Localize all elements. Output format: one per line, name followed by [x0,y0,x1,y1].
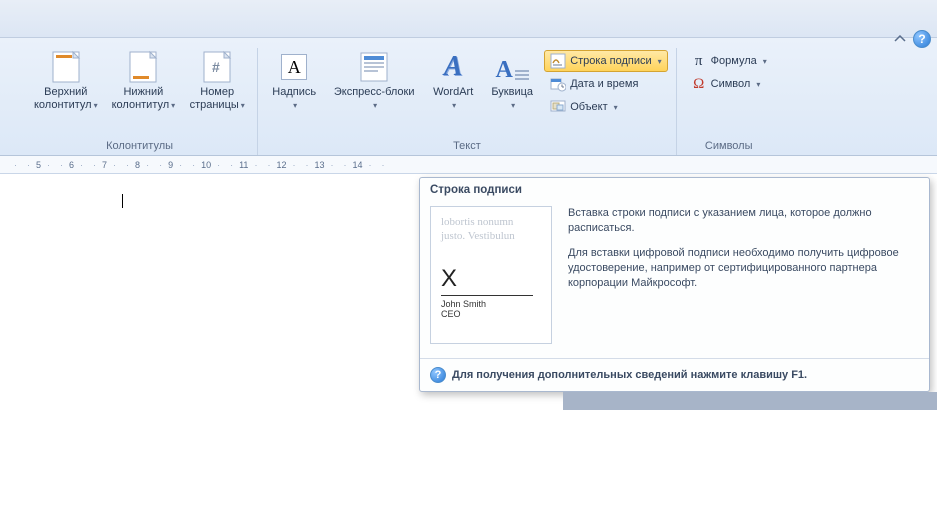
chevron-down-icon: ▾ [756,80,760,89]
textbox-icon: A [277,50,311,84]
footer-icon [126,50,160,84]
textbox-button[interactable]: A Надпись ▾ [264,48,324,114]
chevron-down-icon: ▾ [373,99,377,112]
help-icon: ? [430,367,446,383]
express-label: Экспресс-блоки [334,86,415,99]
preview-lorem-1: lobortis nonumn [441,215,541,229]
chevron-down-icon: ▾ [763,57,767,66]
signature-line-tooltip: Строка подписи lobortis nonumn justo. Ve… [419,177,930,392]
tooltip-para-2: Для вставки цифровой подписи необходимо … [568,246,919,291]
date-time-button[interactable]: Дата и время [544,73,667,95]
group-headers-footers: Верхний колонтитул▾ Нижний колонтитул▾ [0,48,258,155]
pagenum-label-1: Номер [200,86,234,99]
signature-line-label: Строка подписи [570,55,651,67]
date-time-label: Дата и время [570,78,638,90]
preview-x: X [441,265,541,293]
symbol-label: Символ [711,78,751,90]
omega-icon: Ω [691,76,707,93]
dropcap-label: Буквица [491,86,533,99]
page-number-button[interactable]: # Номер страницы▾ [183,48,251,114]
page-number-icon: # [200,50,234,84]
preview-sig-role: CEO [441,309,541,319]
chevron-down-icon: ▾ [658,57,662,66]
header-button[interactable]: Верхний колонтитул▾ [28,48,104,114]
ruler-marks: ··5 ··6 ··7 ··8 ··9 ··10 ··11 ··12 ··13 … [10,160,388,170]
text-cursor [122,194,123,208]
tooltip-footer-text: Для получения дополнительных сведений на… [452,369,807,381]
formula-button[interactable]: π Формула ▾ [685,50,773,72]
help-icon[interactable]: ? [913,30,931,48]
formula-label: Формула [711,55,757,67]
group-label-text: Текст [453,138,481,155]
express-blocks-button[interactable]: Экспресс-блоки ▾ [326,48,422,114]
chevron-down-icon: ▾ [241,101,245,110]
preview-lorem-2: justo. Vestibulun [441,229,541,243]
group-text: A Надпись ▾ Экс [258,48,676,155]
chevron-down-icon: ▾ [614,103,618,112]
header-label-2: колонтитул [34,99,92,111]
scrollbar-track[interactable] [563,392,937,410]
group-label-headers: Колонтитулы [106,138,173,155]
wordart-label: WordArt [433,86,473,99]
express-blocks-icon [357,50,391,84]
ribbon-collapse-icon[interactable] [893,32,907,46]
object-label: Объект [570,101,607,113]
tooltip-title: Строка подписи [420,178,929,200]
wordart-button[interactable]: A WordArt ▾ [424,48,482,114]
chevron-down-icon: ▾ [511,99,515,112]
group-label-symbols: Символы [705,138,753,155]
window-titlebar: ? [0,0,937,38]
group-symbols: π Формула ▾ Ω Символ ▾ Символы [677,48,781,155]
tooltip-preview: lobortis nonumn justo. Vestibulun X John… [430,206,552,344]
dropcap-button[interactable]: A Буквица ▾ [484,48,540,114]
object-button[interactable]: Объект ▾ [544,96,667,118]
chevron-down-icon: ▾ [452,99,456,112]
pagenum-label-2: страницы [190,99,239,111]
chevron-down-icon: ▾ [293,99,297,112]
symbol-button[interactable]: Ω Символ ▾ [685,73,773,95]
header-icon [49,50,83,84]
text-small-stack: Строка подписи ▾ Дата и время Объект ▾ [542,48,669,120]
chevron-down-icon: ▾ [94,101,98,110]
footer-button[interactable]: Нижний колонтитул▾ [106,48,182,114]
signature-line-icon [550,53,566,69]
preview-sig-line [441,295,533,296]
footer-label-2: колонтитул [112,99,170,111]
date-time-icon [550,76,566,92]
tooltip-para-1: Вставка строки подписи с указанием лица,… [568,206,919,236]
preview-sig-name: John Smith [441,299,541,309]
footer-label-1: Нижний [123,86,163,99]
wordart-icon: A [436,50,470,84]
svg-text:#: # [212,59,220,75]
ruler[interactable]: ··5 ··6 ··7 ··8 ··9 ··10 ··11 ··12 ··13 … [0,156,937,174]
symbols-stack: π Формула ▾ Ω Символ ▾ [683,48,775,97]
tooltip-text: Вставка строки подписи с указанием лица,… [568,206,919,344]
object-icon [550,99,566,115]
pi-icon: π [691,53,707,70]
header-label-1: Верхний [44,86,87,99]
signature-line-button[interactable]: Строка подписи ▾ [544,50,667,72]
ribbon: Верхний колонтитул▾ Нижний колонтитул▾ [0,38,937,156]
textbox-label: Надпись [272,86,316,99]
dropcap-icon: A [495,50,529,84]
tooltip-footer: ? Для получения дополнительных сведений … [420,358,929,391]
chevron-down-icon: ▾ [171,101,175,110]
